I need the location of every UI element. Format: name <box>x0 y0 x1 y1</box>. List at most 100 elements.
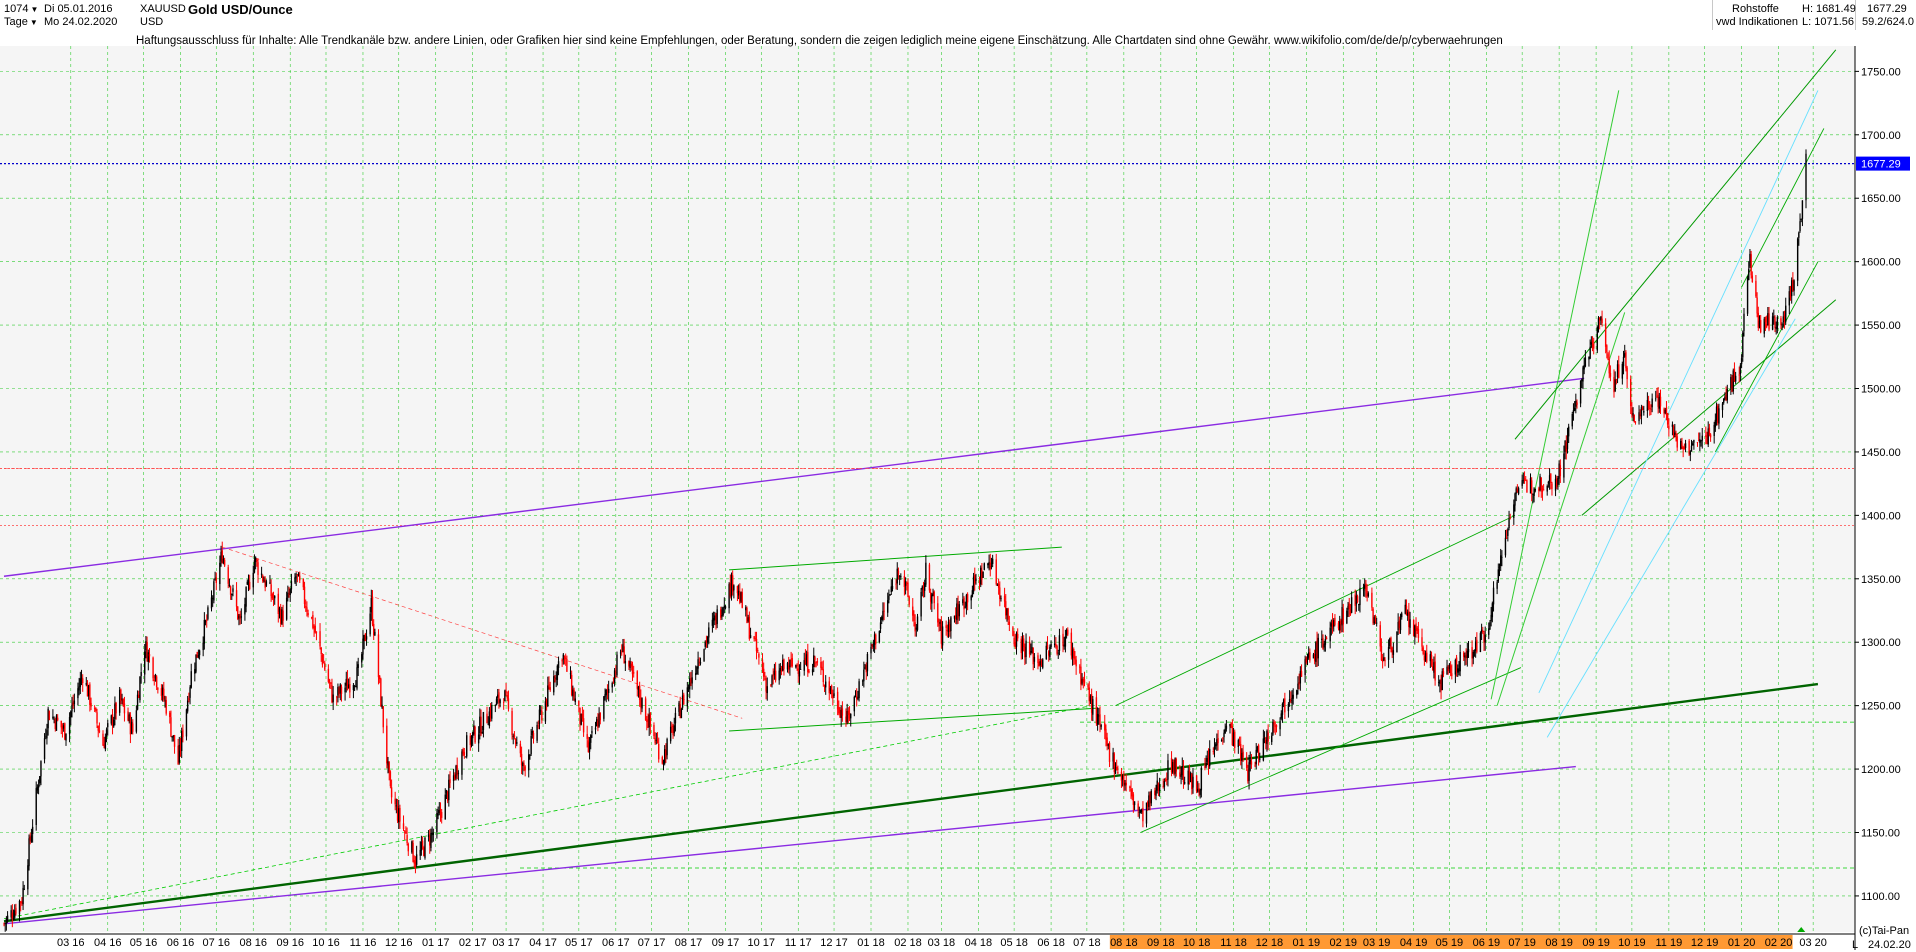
candle-body-down <box>221 550 223 563</box>
candle-body-up <box>1053 643 1056 646</box>
candle-body-up <box>1492 587 1495 605</box>
candle-body-down <box>157 687 159 690</box>
plot-area[interactable] <box>0 46 1855 932</box>
candle-body-up <box>889 594 891 596</box>
candle-body-up <box>356 667 358 689</box>
candle-body-down <box>262 575 264 582</box>
candle-body-up <box>637 686 640 690</box>
candle-body-down <box>256 560 258 562</box>
x-tick-label: 01 18 <box>857 937 885 949</box>
candle-body-down <box>507 698 510 709</box>
candle-body-up <box>128 714 130 722</box>
candle-body-up <box>1155 790 1157 796</box>
x-tick-label: 05 18 <box>1000 937 1028 949</box>
candle-body-up <box>130 721 133 734</box>
candle-body-up <box>950 617 952 632</box>
candle-body-down <box>188 698 190 701</box>
candle-body-up <box>71 704 73 712</box>
candle-body-down <box>1516 489 1519 492</box>
candle-body-down <box>1755 280 1757 297</box>
candle-body-up <box>1547 481 1550 484</box>
candle-body-down <box>1576 402 1578 405</box>
candle-body-down <box>1371 592 1373 608</box>
candle-body-down <box>1212 751 1214 752</box>
candle-body-down <box>764 678 766 680</box>
candle-body-up <box>588 742 591 752</box>
candle-body-down <box>780 669 783 672</box>
candle-body-up <box>1272 721 1274 735</box>
period-label: Tage <box>4 16 28 28</box>
candle-body-down <box>239 613 241 619</box>
candle-body-up <box>580 713 582 725</box>
candle-body-up <box>361 654 363 663</box>
candle-body-down <box>1757 312 1759 328</box>
candle-body-up <box>1092 699 1094 715</box>
candle-body-down <box>86 682 89 697</box>
candle-body-down <box>524 766 526 771</box>
candle-body-up <box>212 597 214 599</box>
x-tick-label: 03 18 <box>928 937 956 949</box>
candle-body-down <box>1037 655 1039 663</box>
candle-body-up <box>1508 518 1510 529</box>
candle-body-up <box>1156 780 1158 791</box>
candle-body-up <box>1464 655 1466 658</box>
candle-body-down <box>196 651 198 658</box>
candle-body-up <box>562 654 565 660</box>
candle-body-down <box>1649 408 1651 409</box>
x-tick-label: 05 19 <box>1436 937 1464 949</box>
candle-body-up <box>78 686 80 691</box>
candle-body-up <box>477 734 480 744</box>
candle-body-up <box>411 841 413 853</box>
period-selector[interactable]: Tage ▼ <box>4 15 40 30</box>
candle-body-down <box>1331 620 1334 629</box>
candle-body-down <box>1056 645 1058 654</box>
candle-body-up <box>204 620 207 623</box>
candle-body-up <box>1496 582 1498 589</box>
candle-body-down <box>303 586 306 604</box>
candle-body-up <box>1658 396 1661 409</box>
x-tick-label: 01 19 <box>1293 937 1321 949</box>
candle-body-down <box>1379 625 1381 647</box>
candle-body-up <box>55 715 58 731</box>
candle-body-up <box>1107 744 1110 746</box>
candle-body-down <box>1245 756 1248 768</box>
candle-body-down <box>774 670 777 681</box>
category: Rohstoffe <box>1732 3 1779 15</box>
price-chart[interactable]: 1100.00 1150.00 1200.00 1250.00 1300.00 1350.… <box>0 0 1916 952</box>
candle-body-up <box>547 685 549 706</box>
candle-body-down <box>1125 782 1127 786</box>
candle-body-down <box>1706 436 1708 444</box>
candle-body-up <box>1742 332 1744 358</box>
candle-body-down <box>715 613 717 626</box>
candle-body-up <box>991 558 994 565</box>
candle-body-up <box>1406 612 1409 616</box>
candle-body-down <box>1040 660 1043 666</box>
candle-body-down <box>173 735 176 747</box>
candle-body-up <box>1566 435 1569 450</box>
candle-body-up <box>1364 584 1366 589</box>
candle-body-up <box>1439 680 1441 684</box>
candle-body-down <box>315 631 318 633</box>
x-tick-label: 11 17 <box>785 937 812 949</box>
candle-body-up <box>1799 221 1801 232</box>
candle-body-down <box>586 734 588 739</box>
candle-body-up <box>1781 324 1783 326</box>
candle-body-up <box>594 727 597 730</box>
candle-body-up <box>1773 316 1775 318</box>
candle-body-up <box>888 595 890 600</box>
candle-body-up <box>1205 762 1207 767</box>
candle-body-down <box>821 666 823 670</box>
candle-body-down <box>1618 364 1620 378</box>
candle-body-up <box>528 754 530 771</box>
candle-body-up <box>813 655 815 668</box>
candle-body-up <box>357 664 359 668</box>
candle-body-up <box>882 610 884 620</box>
candle-body-down <box>913 614 915 622</box>
candle-body-down <box>11 912 14 919</box>
candle-body-up <box>1490 614 1492 622</box>
candle-body-down <box>421 840 424 846</box>
candle-body-up <box>186 700 189 712</box>
candle-body-down <box>336 696 338 698</box>
candle-body-up <box>1671 424 1674 427</box>
candle-body-down <box>423 847 425 856</box>
